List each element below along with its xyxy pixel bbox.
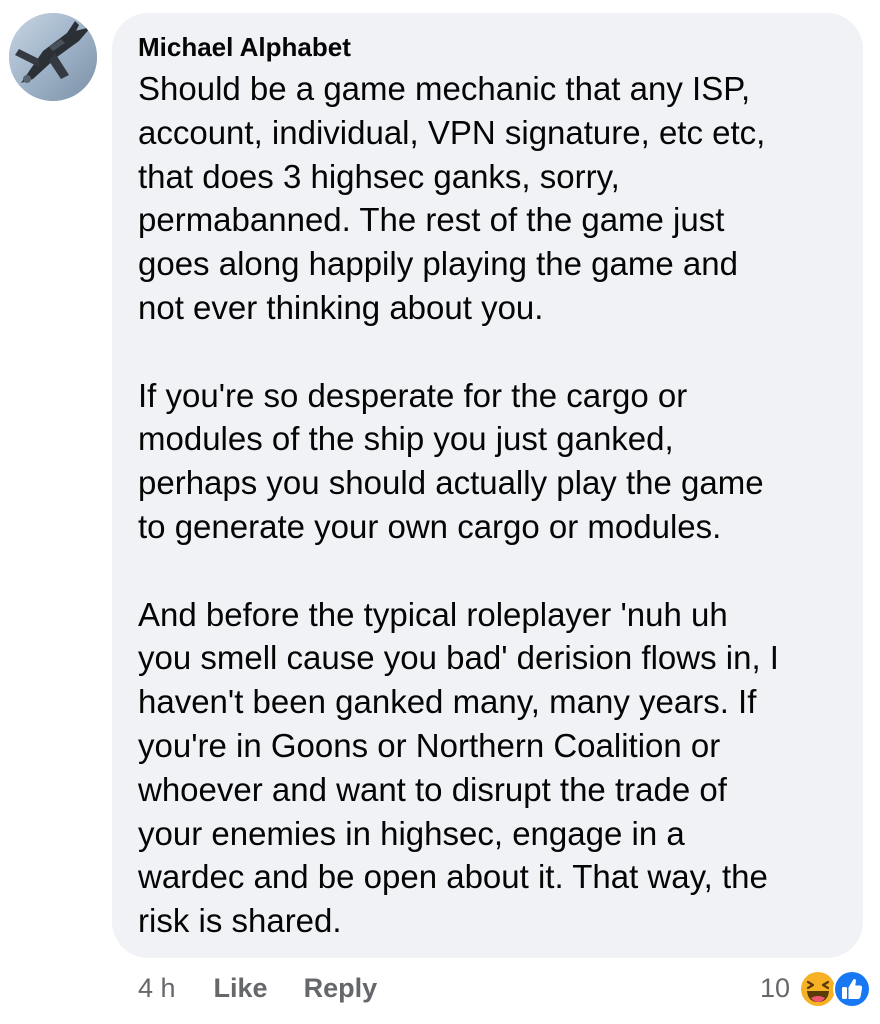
text-line: account, individual, VPN signature, etc … bbox=[138, 113, 766, 151]
comment-text: Should be a game mechanic that any ISP, … bbox=[138, 67, 841, 943]
reaction-icons bbox=[798, 968, 871, 1008]
comment-paragraph: And before the typical roleplayer 'nuh u… bbox=[138, 593, 841, 943]
jet-aircraft-avatar-icon bbox=[9, 13, 97, 101]
text-line: goes along happily playing the game and bbox=[138, 245, 738, 283]
text-line: modules of the ship you just ganked, bbox=[138, 420, 674, 458]
reply-button[interactable]: Reply bbox=[304, 973, 378, 1004]
comment-timestamp[interactable]: 4 h bbox=[138, 973, 176, 1004]
text-line: If you're so desperate for the cargo or bbox=[138, 376, 688, 414]
text-line: And before the typical roleplayer 'nuh u… bbox=[138, 595, 728, 633]
text-line: risk is shared. bbox=[138, 902, 342, 940]
text-line: whoever and want to disrupt the trade of bbox=[138, 770, 727, 808]
comment-bubble: Michael Alphabet Should be a game mechan… bbox=[112, 13, 863, 958]
text-line: that does 3 highsec ganks, sorry, bbox=[138, 157, 620, 195]
text-line: perhaps you should actually play the gam… bbox=[138, 464, 764, 502]
like-button[interactable]: Like bbox=[214, 973, 268, 1004]
reaction-summary[interactable]: 10 bbox=[759, 967, 871, 1009]
text-line: permabanned. The rest of the game just bbox=[138, 201, 725, 239]
comment-author[interactable]: Michael Alphabet bbox=[138, 31, 841, 63]
reaction-count: 10 bbox=[759, 972, 790, 1003]
text-line: your enemies in highsec, engage in a bbox=[138, 814, 685, 852]
comment-paragraph: If you're so desperate for the cargo or … bbox=[138, 374, 841, 549]
avatar[interactable] bbox=[9, 13, 97, 101]
comment-actions: 4 h Like Reply bbox=[138, 970, 377, 1006]
text-line: Should be a game mechanic that any ISP, bbox=[138, 70, 751, 107]
text-line: haven't been ganked many, many years. If bbox=[138, 683, 757, 721]
text-line: to generate your own cargo or modules. bbox=[138, 507, 722, 545]
text-line: you're in Goons or Northern Coalition or bbox=[138, 726, 721, 764]
text-line: you smell cause you bad' derision flows … bbox=[138, 639, 779, 677]
text-line: not ever thinking about you. bbox=[138, 288, 544, 326]
like-reaction-icon bbox=[833, 970, 871, 1008]
text-line: wardec and be open about it. That way, t… bbox=[138, 858, 768, 896]
comment-paragraph: Should be a game mechanic that any ISP, … bbox=[138, 67, 841, 330]
